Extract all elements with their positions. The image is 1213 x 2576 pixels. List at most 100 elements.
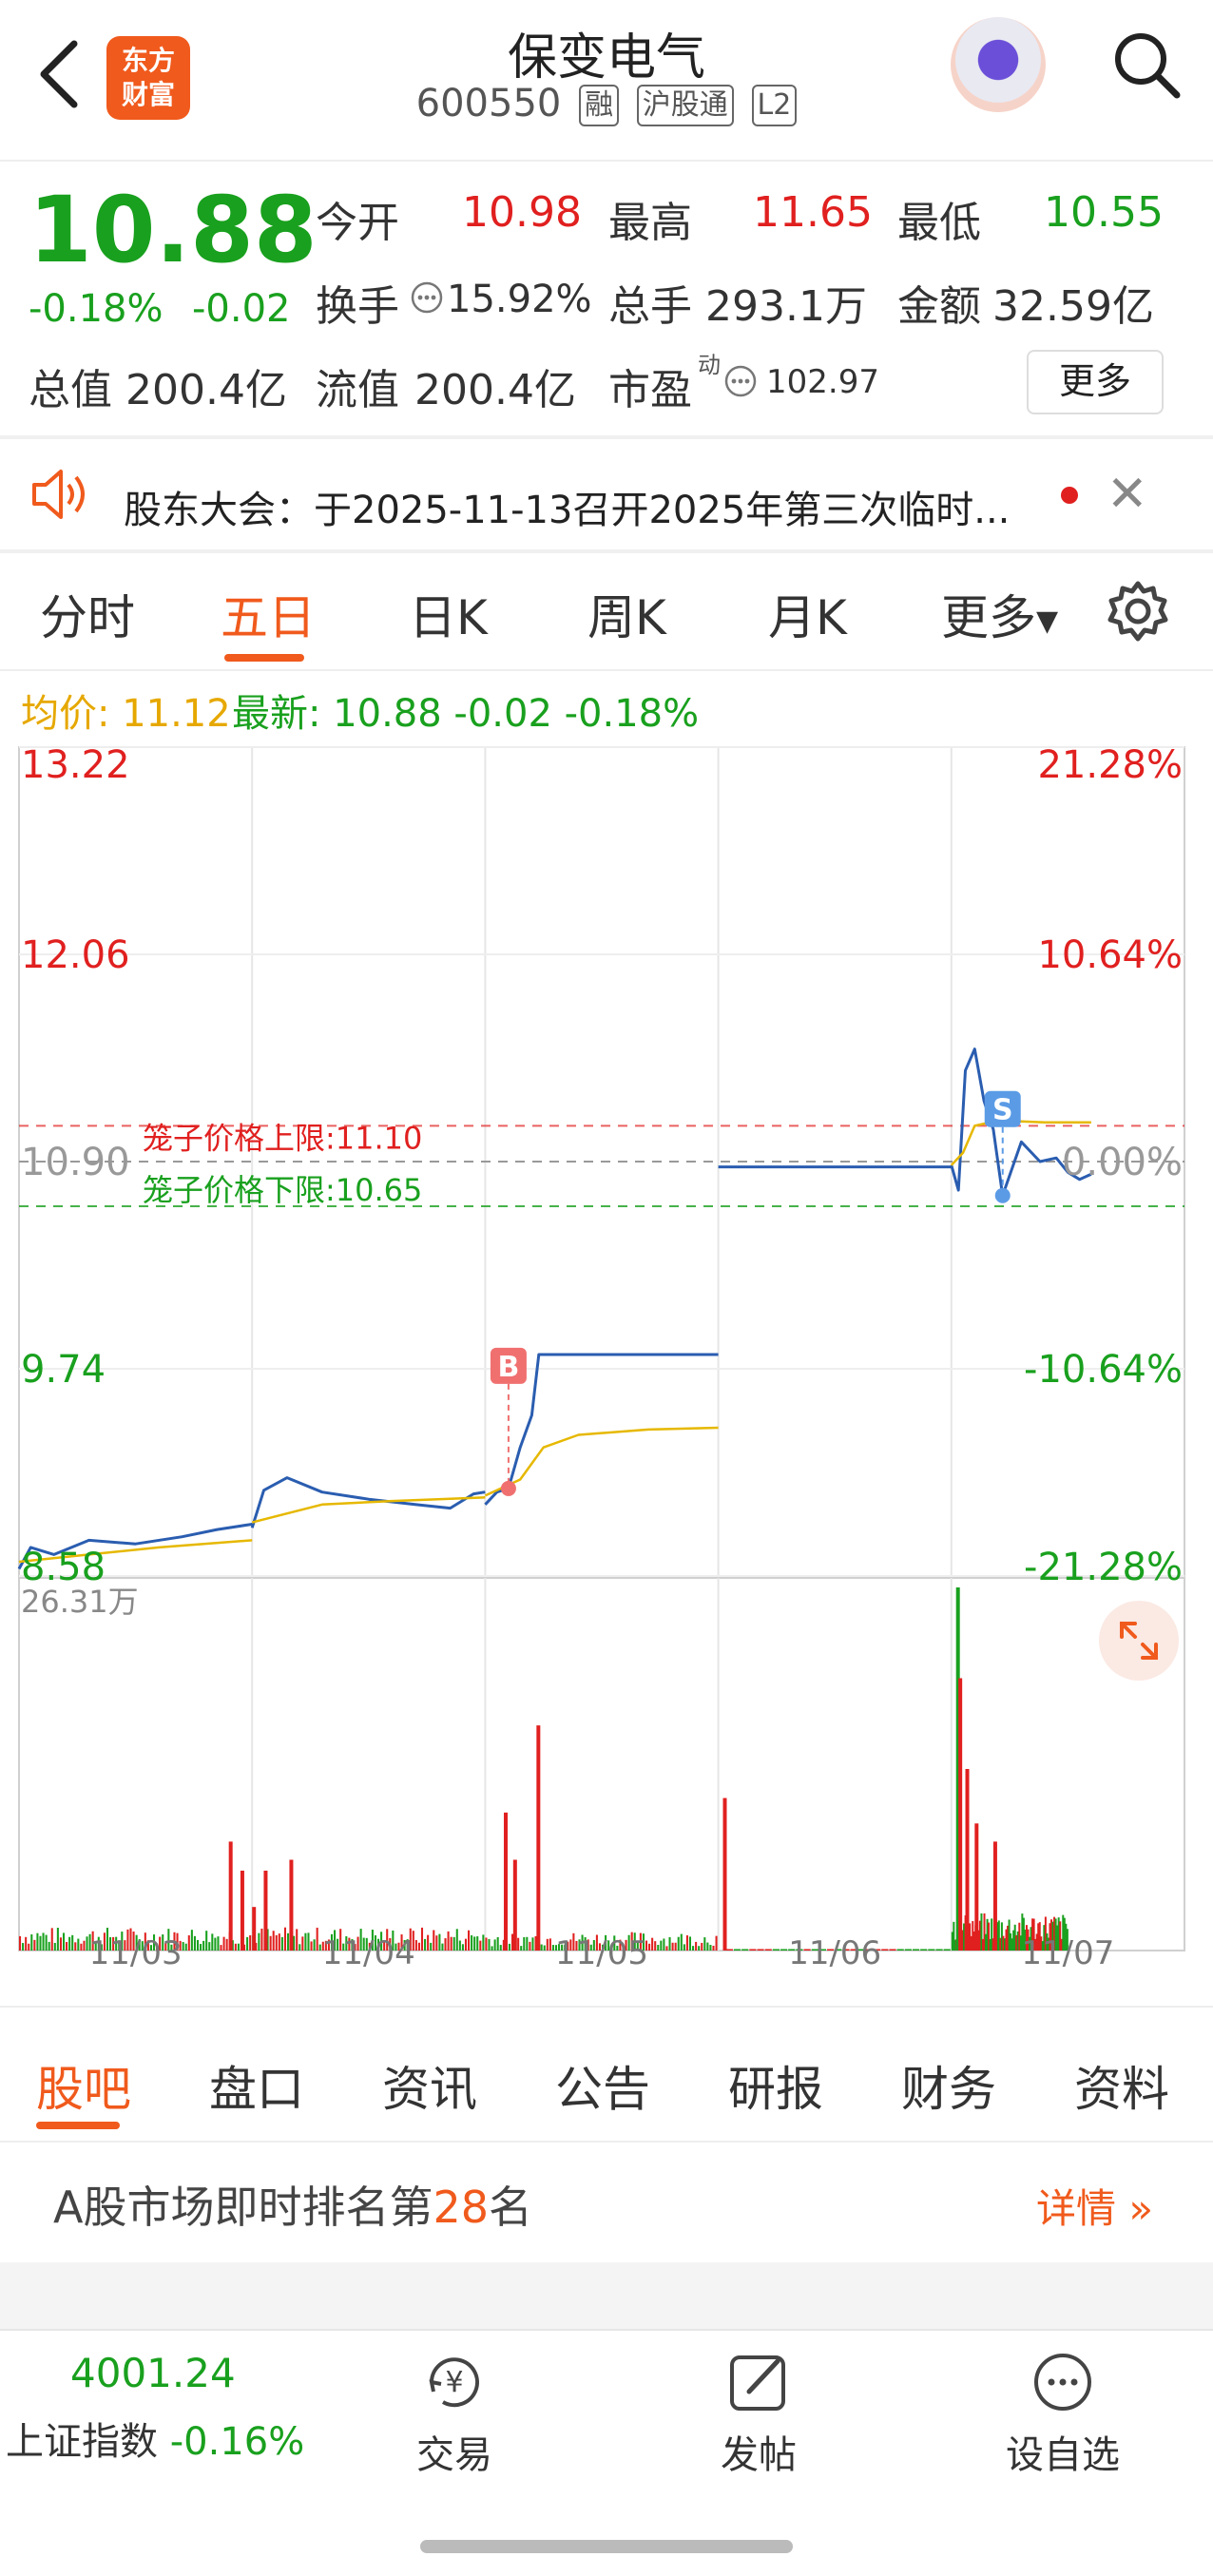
volume-bar <box>33 1939 36 1951</box>
volume-bar <box>706 1942 709 1951</box>
tab-daily-k[interactable]: 日K <box>409 580 488 648</box>
volume-bar <box>286 1932 290 1951</box>
watchlist-label[interactable]: 设自选 <box>968 2424 1158 2479</box>
y-right-tick-label: -21.28% <box>1024 1546 1183 1589</box>
volume-bar <box>928 1949 935 1951</box>
volume-bar <box>249 1934 252 1951</box>
volume-bar <box>258 1932 260 1951</box>
tab-announcements[interactable]: 公告 <box>555 2051 650 2120</box>
volume-bar <box>417 1942 420 1951</box>
tab-financials[interactable]: 财务 <box>901 2051 996 2120</box>
volume-value: 293.1万 <box>705 282 867 331</box>
volume-bar <box>280 1936 283 1951</box>
tab-order-book[interactable]: 盘口 <box>209 2051 304 2120</box>
section-gap <box>0 2262 1213 2329</box>
amount-value: 32.59亿 <box>992 282 1154 331</box>
tab-research[interactable]: 研报 <box>728 2051 823 2120</box>
trade-icon[interactable]: ¥ <box>420 2348 489 2416</box>
index-name: 上证指数 <box>6 2420 158 2464</box>
volume-bar <box>260 1928 263 1951</box>
volume-bar <box>517 1937 520 1951</box>
close-icon[interactable]: ✕ <box>1107 466 1148 523</box>
post-label[interactable]: 发帖 <box>664 2424 854 2479</box>
volume-bar <box>488 1938 491 1951</box>
volume-bar <box>468 1930 471 1951</box>
volume-bar <box>473 1936 476 1951</box>
detail-label: 详情 <box>1036 2185 1117 2232</box>
divider <box>0 435 1213 439</box>
tab-forum[interactable]: 股吧 <box>36 2051 131 2120</box>
trade-label[interactable]: 交易 <box>359 2424 549 2479</box>
volume-bar <box>62 1932 66 1951</box>
volume-bar <box>904 1949 912 1951</box>
volume-bar <box>529 1941 531 1951</box>
tab-monthly-k[interactable]: 月K <box>768 580 847 648</box>
tab-news[interactable]: 资讯 <box>382 2051 477 2120</box>
expand-icon <box>1120 1622 1158 1660</box>
volume-bar <box>68 1936 71 1951</box>
home-indicator <box>420 2540 793 2553</box>
volume-bar <box>435 1935 438 1951</box>
volume-bar <box>780 1949 788 1951</box>
search-icon[interactable] <box>1108 27 1184 103</box>
volume-bar <box>316 1927 318 1951</box>
y-left-tick-label: 9.74 <box>21 1348 106 1392</box>
volume-bar <box>289 1859 294 1951</box>
lower-limit-label: 笼子价格下限:10.65 <box>143 1172 422 1208</box>
index-info[interactable]: 上证指数 -0.16% <box>6 2411 304 2466</box>
amount-label: 金额 <box>897 282 981 331</box>
volume-bar <box>958 1678 963 1951</box>
assistant-robot-icon[interactable] <box>951 17 1046 112</box>
info-dots-icon[interactable] <box>724 365 757 397</box>
pe-value: 102.97 <box>766 363 879 401</box>
volume-bar <box>50 1928 53 1951</box>
tab-five-day[interactable]: 五日 <box>221 580 316 648</box>
change-percent: -0.18% <box>29 287 164 331</box>
volume-bar <box>651 1937 654 1951</box>
tab-profile[interactable]: 资料 <box>1074 2051 1169 2120</box>
low-label: 最低 <box>897 199 981 247</box>
volume-bar <box>688 1936 692 1951</box>
divider <box>0 2141 1213 2143</box>
pe-label: 市盈 <box>608 366 692 414</box>
more-circle-icon[interactable] <box>1029 2348 1097 2416</box>
compose-post-icon[interactable] <box>724 2348 793 2416</box>
tab-intraday[interactable]: 分时 <box>40 580 135 648</box>
volume-bar <box>86 1936 88 1951</box>
expand-chart-button[interactable] <box>1099 1601 1179 1681</box>
volume-bar <box>66 1942 68 1951</box>
volume-bar <box>965 1769 970 1951</box>
volume-bar <box>663 1938 665 1951</box>
more-quote-button[interactable]: 更多 <box>1027 350 1164 414</box>
volume-bar <box>278 1933 280 1951</box>
stock-code: 600550 <box>415 82 562 125</box>
volume-bar <box>499 1945 502 1951</box>
ranking-detail-link[interactable]: 详情 » <box>1036 2177 1153 2235</box>
gear-icon[interactable] <box>1105 578 1171 644</box>
volume-bar <box>660 1940 663 1951</box>
svg-text:¥: ¥ <box>445 2366 463 2399</box>
trade-marker-dot <box>994 1187 1011 1203</box>
tab-weekly-k[interactable]: 周K <box>587 580 666 648</box>
index-change: -0.16% <box>169 2420 305 2464</box>
tab-more[interactable]: 更多▼ <box>941 580 1058 648</box>
volume-bar <box>59 1937 62 1951</box>
volume-bar <box>202 1940 205 1951</box>
volume-bar <box>692 1946 695 1951</box>
volume-bar <box>725 1949 733 1951</box>
volume-max-label: 26.31万 <box>21 1584 139 1620</box>
volume-bar <box>56 1928 59 1951</box>
volume-bar <box>211 1933 214 1951</box>
volume-bar <box>196 1939 200 1951</box>
volume-bar <box>464 1938 468 1951</box>
five-day-chart[interactable]: BS 13.2212.0610.909.748.5821.28%10.64%0.… <box>0 741 1213 1968</box>
notice-text[interactable]: 股东大会：于2025-11-13召开2025年第三次临时... <box>124 479 1036 534</box>
volume-bar <box>531 1937 534 1951</box>
volume-bar <box>896 1949 904 1951</box>
info-dots-icon[interactable] <box>411 281 443 314</box>
volume-bar <box>214 1937 217 1951</box>
volume-bar <box>508 1943 510 1951</box>
volume-bar <box>414 1939 417 1951</box>
index-value[interactable]: 4001.24 <box>70 2350 236 2396</box>
volume-bar <box>427 1934 430 1951</box>
